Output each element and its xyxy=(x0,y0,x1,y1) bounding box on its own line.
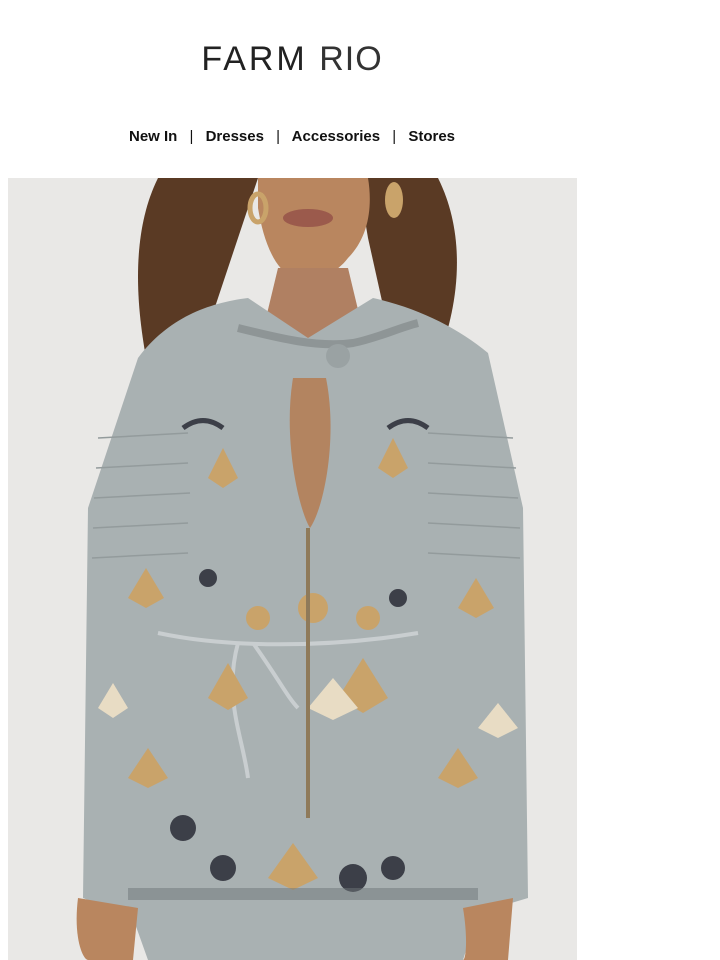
main-nav: New In | Dresses | Accessories | Stores xyxy=(0,128,584,145)
nav-new-in[interactable]: New In xyxy=(129,128,177,145)
hero-product-image[interactable] xyxy=(8,178,577,960)
nav-stores[interactable]: Stores xyxy=(408,128,455,145)
brand-logo[interactable]: FARM RIO xyxy=(0,40,584,79)
nav-accessories[interactable]: Accessories xyxy=(292,128,380,145)
hero-image-illustration xyxy=(76,178,528,960)
nav-dresses[interactable]: Dresses xyxy=(206,128,264,145)
nav-separator: | xyxy=(276,128,281,145)
nav-separator: | xyxy=(189,128,194,145)
logo-rio-text: RIO xyxy=(319,40,383,78)
logo-farm-text: FARM xyxy=(201,40,308,78)
nav-separator: | xyxy=(392,128,397,145)
